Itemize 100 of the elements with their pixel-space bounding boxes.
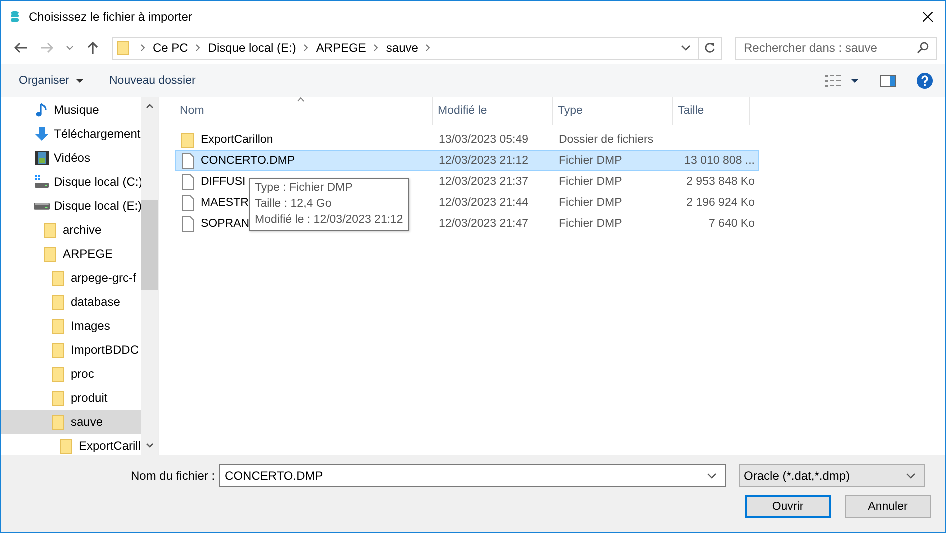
navigation-label: arpege-grc-f [71,271,136,285]
organize-button[interactable]: Organiser [13,72,76,88]
view-list-icon[interactable] [825,74,841,86]
scroll-down-icon[interactable] [146,443,154,449]
folder-icon [44,222,56,238]
document-icon [181,152,195,168]
size-cell-text: 13 010 808 ... [684,154,756,166]
breadcrumb-item[interactable]: sauve [386,41,418,55]
up-arrow-icon[interactable] [86,41,100,55]
tooltip-line: Modifié le : 12/03/2023 21:12 [255,213,404,228]
navigation-item[interactable]: Musique [1,98,141,122]
type-cell-text: Fichier DMP [558,196,624,208]
caret-icon [76,78,84,82]
file-name: ExportCarillon [201,134,274,146]
refresh-icon[interactable] [704,42,716,54]
scroll-up-icon[interactable] [146,103,154,109]
navigation-item[interactable]: archive [1,218,141,242]
breadcrumb-item[interactable]: Disque local (E:) [208,41,296,55]
filename-label: Nom du fichier : [131,468,216,482]
selected-row[interactable]: CONCERTO.DMP 12/03/2023 21:12 Fichier DMP 13 010 808 ... [175,150,759,171]
navigation-item[interactable]: sauve [1,410,141,434]
folder-icon [52,318,64,334]
navigation-item[interactable]: ARPEGE [1,242,141,266]
chevron-right-icon [373,44,380,52]
caret-icon[interactable] [851,78,859,82]
navigation-label: Disque local (E:) [54,199,142,213]
tooltip-line: Type : Fichier DMP [255,181,354,196]
navigation-label: database [71,295,120,309]
chevron-down-icon[interactable] [681,45,691,51]
address-bar[interactable]: Ce PC Disque local (E:) ARPEGE sauve [112,36,722,60]
folder-icon [52,342,64,358]
date-cell-text: 12/03/2023 21:44 [438,196,530,208]
folder-icon [44,246,56,262]
column-header[interactable]: Type [553,97,673,125]
navigation-label: ImportBDDC [71,343,140,357]
down-arrow-icon [34,126,50,142]
date-cell-text: 12/03/2023 21:47 [438,218,530,230]
navigation-label: ExportCarill [79,439,142,453]
back-arrow-icon[interactable] [14,41,28,55]
chevron-right-icon [195,44,202,52]
file-name: SOPRAN [201,218,250,230]
file-name: CONCERTO.DMP [201,154,296,166]
navigation-label: proc [71,367,94,381]
navigation-item[interactable]: arpege-grc-f [1,266,141,290]
navigation-label: sauve [71,415,104,429]
navigation-label: archive [63,223,102,237]
navigation-item[interactable]: proc [1,362,141,386]
tooltip-line: Taille : 12,4 Go [255,197,333,212]
chevron-down-icon [906,472,916,478]
chevron-right-icon [303,44,310,52]
size-cell-text: 2 953 848 Ko [686,176,756,188]
cancel-button[interactable]: Annuler [845,495,931,518]
window-title: Choisissez le fichier à importer [29,10,192,24]
size-cell-text: 2 196 924 Ko [686,196,756,208]
type-cell-text: Dossier de fichiers [558,134,655,146]
help-icon[interactable] [917,72,933,88]
music-note-icon [34,102,50,118]
navigation-label: Téléchargement [54,127,141,141]
navigation-item[interactable]: produit [1,386,141,410]
folder-icon [60,438,72,454]
date-cell-text: 12/03/2023 21:12 [438,154,530,166]
navigation-label: Vidéos [54,151,90,165]
date-cell-text: 12/03/2023 21:37 [438,176,530,188]
search-icon [917,42,929,54]
search-field[interactable]: Rechercher dans : sauve [735,36,937,60]
column-header[interactable]: Nom [175,97,433,125]
navigation-item[interactable]: Vidéos [1,146,141,170]
file-name: DIFFUSI [201,176,246,188]
folder-icon [181,132,195,148]
navigation-item[interactable]: Disque local (E:) [1,194,141,218]
navigation-item[interactable]: ImportBDDC [1,338,141,362]
chevron-right-icon [140,44,146,52]
document-icon [181,174,195,190]
folder-icon [52,294,64,310]
close-icon[interactable] [923,12,933,22]
breadcrumb-item[interactable]: Ce PC [153,41,188,55]
navigation-label: Musique [54,103,100,117]
preview-pane-icon[interactable] [880,74,896,86]
document-icon [181,194,195,210]
navigation-item[interactable]: Images [1,314,141,338]
breadcrumb-item[interactable]: ARPEGE [316,41,366,55]
column-header[interactable]: Modifié le [433,97,553,125]
scrollbar-thumb[interactable] [141,200,158,290]
navigation-item[interactable]: database [1,290,141,314]
drive-icon [34,174,50,190]
file-name: MAESTR [201,196,249,208]
column-header[interactable]: Taille [673,97,750,125]
filename-field[interactable]: CONCERTO.DMP [219,464,726,487]
type-cell-text: Fichier DMP [558,218,624,230]
sort-caret-icon [297,97,305,102]
chevron-down-icon[interactable] [707,472,718,478]
chevron-down-icon[interactable] [66,45,74,51]
navigation-item[interactable]: ExportCarill [1,434,141,458]
navigation-label: produit [71,391,108,405]
film-icon [34,150,50,166]
navigation-item[interactable]: Téléchargement [1,122,141,146]
open-button[interactable]: Ouvrir [745,495,831,518]
file-type-dropdown[interactable]: Oracle (*.dat,*.dmp) [739,464,926,487]
new-folder-button[interactable]: Nouveau dossier [104,72,202,88]
document-icon [181,216,195,232]
